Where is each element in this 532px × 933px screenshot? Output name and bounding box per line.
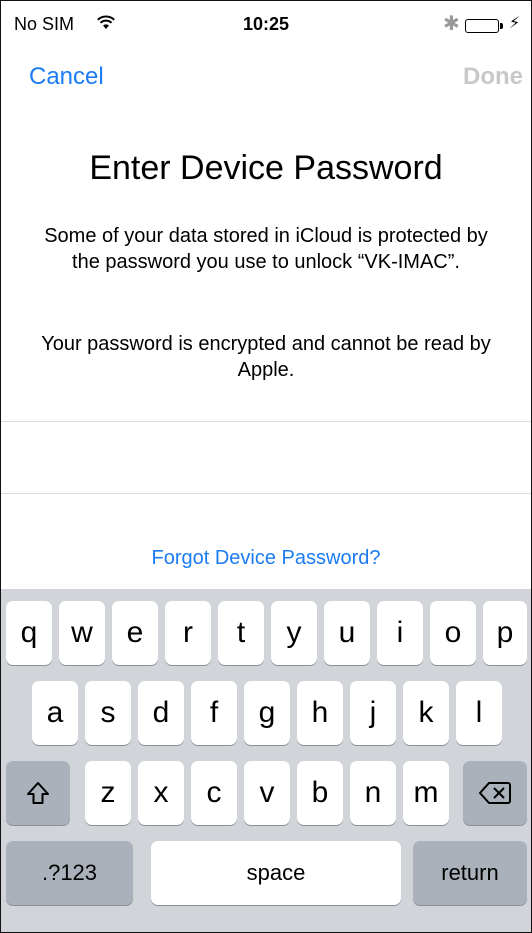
return-key[interactable]: return	[413, 841, 527, 905]
key-v[interactable]: v	[244, 761, 290, 825]
battery-tip	[500, 23, 503, 29]
delete-key[interactable]	[463, 761, 527, 825]
key-f[interactable]: f	[191, 681, 237, 745]
key-w[interactable]: w	[59, 601, 105, 665]
key-q[interactable]: q	[6, 601, 52, 665]
cancel-button[interactable]: Cancel	[29, 63, 104, 91]
forgot-password-link[interactable]: Forgot Device Password?	[1, 547, 531, 570]
key-o[interactable]: o	[430, 601, 476, 665]
key-h[interactable]: h	[297, 681, 343, 745]
description-text: Some of your data stored in iCloud is pr…	[44, 225, 488, 273]
key-j[interactable]: j	[350, 681, 396, 745]
key-l[interactable]: l	[456, 681, 502, 745]
device-screen: No SIM 10:25 ✱ ⚡ Cancel Done Enter Devic…	[0, 0, 532, 933]
key-x[interactable]: x	[138, 761, 184, 825]
key-y[interactable]: y	[271, 601, 317, 665]
password-field[interactable]	[21, 429, 515, 489]
key-e[interactable]: e	[112, 601, 158, 665]
shift-key[interactable]	[6, 761, 70, 825]
key-k[interactable]: k	[403, 681, 449, 745]
charging-icon: ⚡	[509, 15, 521, 32]
status-bar: No SIM 10:25 ✱ ⚡	[1, 1, 531, 45]
key-i[interactable]: i	[377, 601, 423, 665]
key-s[interactable]: s	[85, 681, 131, 745]
key-c[interactable]: c	[191, 761, 237, 825]
battery-icon	[465, 19, 499, 33]
numbers-key[interactable]: .?123	[6, 841, 133, 905]
page-title: Enter Device Password	[89, 149, 443, 187]
bluetooth-icon: ✱	[443, 13, 460, 35]
delete-icon	[479, 782, 511, 804]
encryption-note: Your password is encrypted and cannot be…	[41, 333, 491, 381]
keyboard: q w e r t y u i o p a s d f g h j k l z …	[1, 589, 531, 932]
key-g[interactable]: g	[244, 681, 290, 745]
key-d[interactable]: d	[138, 681, 184, 745]
done-button[interactable]: Done	[463, 63, 523, 91]
key-z[interactable]: z	[85, 761, 131, 825]
key-r[interactable]: r	[165, 601, 211, 665]
key-n[interactable]: n	[350, 761, 396, 825]
key-m[interactable]: m	[403, 761, 449, 825]
key-u[interactable]: u	[324, 601, 370, 665]
key-b[interactable]: b	[297, 761, 343, 825]
shift-icon	[27, 782, 49, 804]
space-key[interactable]: space	[151, 841, 401, 905]
key-t[interactable]: t	[218, 601, 264, 665]
key-p[interactable]: p	[483, 601, 527, 665]
key-a[interactable]: a	[32, 681, 78, 745]
field-divider-bottom	[1, 493, 531, 494]
field-divider-top	[1, 421, 531, 422]
